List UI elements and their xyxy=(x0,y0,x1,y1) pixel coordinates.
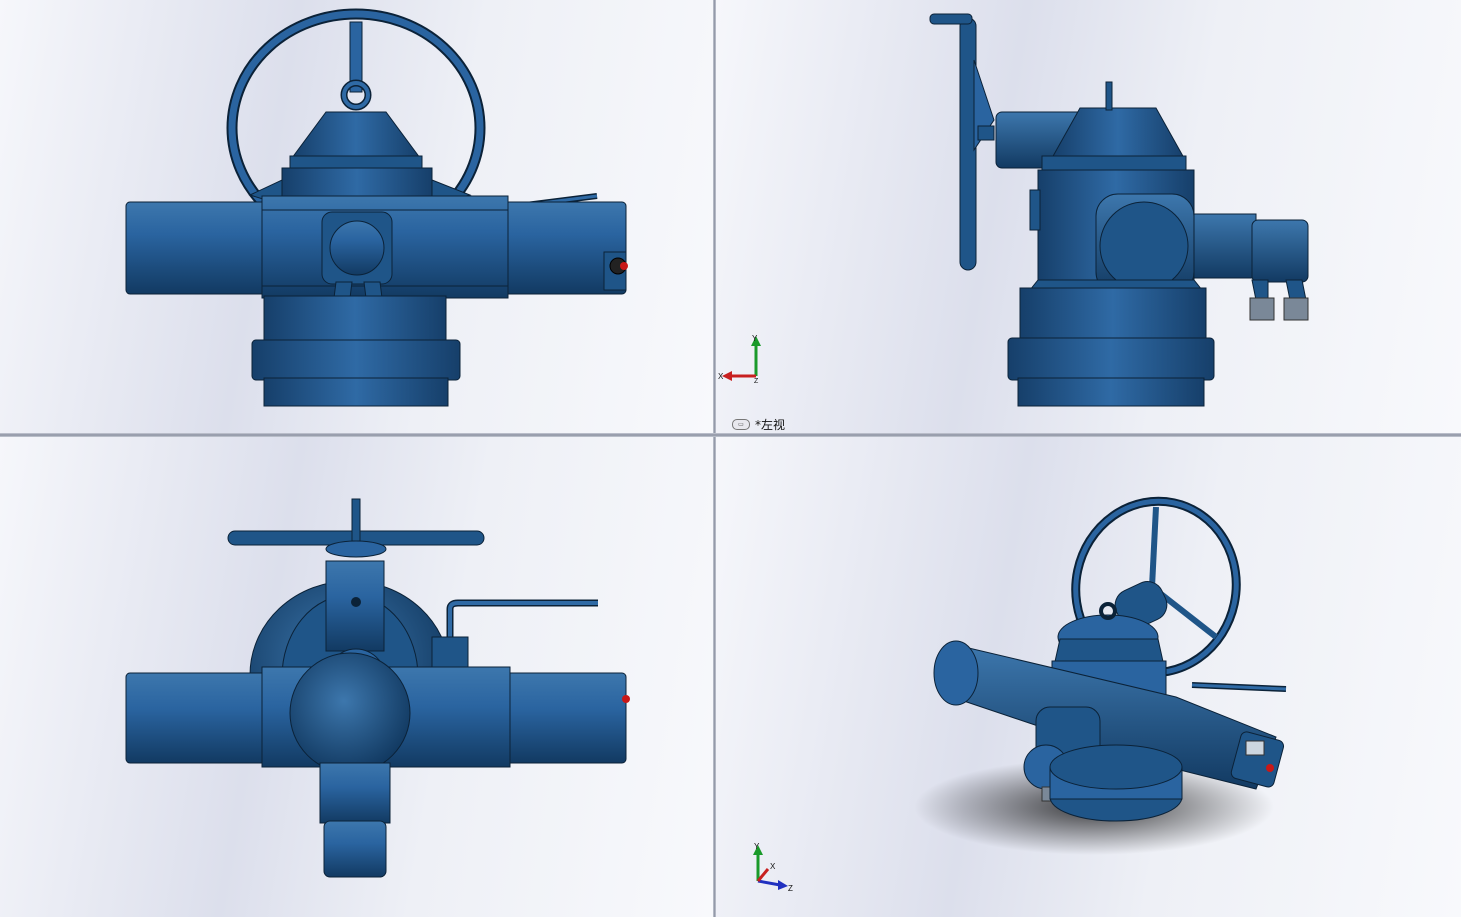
isometric-view-model[interactable] xyxy=(716,437,1461,917)
axis-triad-icon: Y X Z xyxy=(753,842,793,893)
axis-triad-icon: Y X Z xyxy=(718,334,761,385)
axis-y-label: Y xyxy=(754,842,760,851)
top-view-model[interactable] xyxy=(0,437,713,917)
view-orientation-label[interactable]: ▭ *左视 xyxy=(732,416,785,433)
viewport-divider-vertical[interactable] xyxy=(713,0,716,917)
view-name: *左视 xyxy=(755,418,786,432)
axis-x-label: X xyxy=(718,372,724,381)
viewport-top[interactable] xyxy=(0,437,713,917)
viewport-front[interactable] xyxy=(0,0,713,433)
axis-y-label: Y xyxy=(752,334,758,343)
left-view-model[interactable] xyxy=(716,0,1461,433)
view-orientation-icon: ▭ xyxy=(732,419,750,430)
axis-z-label: Z xyxy=(754,378,759,385)
viewport-divider-horizontal[interactable] xyxy=(0,433,1461,437)
front-view-model[interactable] xyxy=(0,0,713,433)
viewport-left[interactable]: Y X Z ▭ *左视 xyxy=(716,0,1461,433)
axis-x-label: X xyxy=(770,862,776,871)
viewport-isometric[interactable]: Y X Z xyxy=(716,437,1461,917)
axis-z-label: Z xyxy=(788,884,793,893)
